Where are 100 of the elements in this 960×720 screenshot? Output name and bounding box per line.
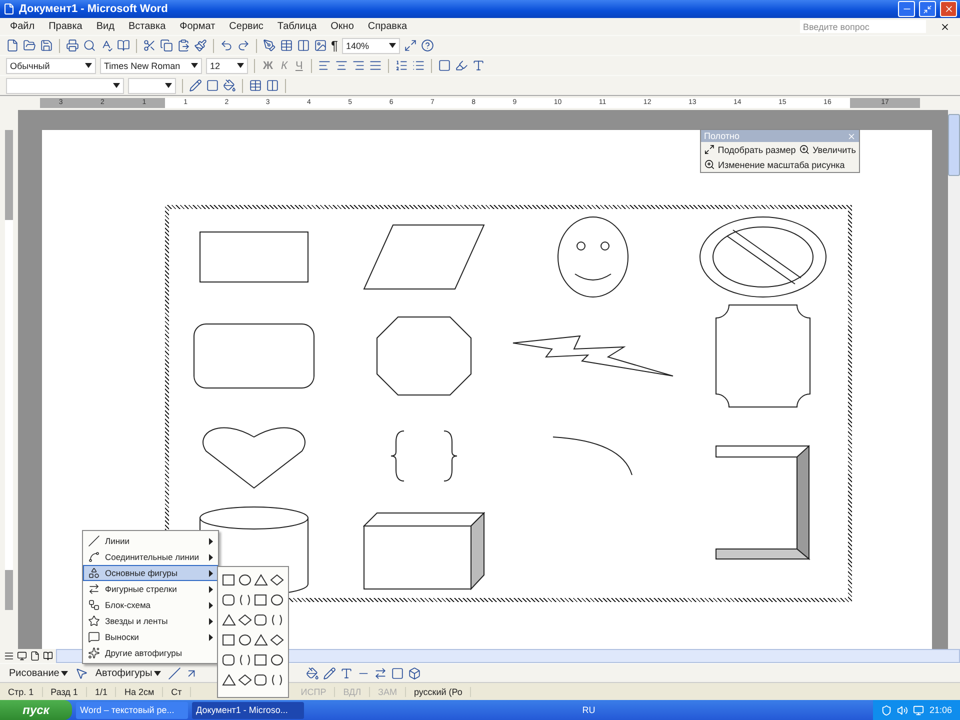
pilcrow-button[interactable]: ¶ [331, 38, 338, 53]
pointer-icon[interactable] [75, 666, 88, 680]
folder-icon[interactable] [23, 39, 36, 52]
align-center-icon[interactable] [334, 59, 348, 72]
menu-item[interactable]: Линии [83, 533, 218, 549]
window-title: Документ1 - Microsoft Word [19, 3, 169, 15]
caret-down-icon [61, 670, 68, 676]
copy-icon[interactable] [160, 39, 173, 52]
font-color-icon[interactable] [472, 59, 485, 72]
start-button[interactable]: пуск [0, 700, 72, 720]
menu-item[interactable]: Фигурные стрелки [83, 581, 218, 597]
zoom-field[interactable]: 140% [342, 38, 400, 54]
menu-item[interactable]: Справка [368, 21, 408, 32]
menu-item[interactable]: Основные фигуры [83, 565, 218, 581]
vertical-scrollbar[interactable] [948, 110, 960, 649]
3d-icon[interactable] [408, 666, 422, 680]
line-icon[interactable] [168, 666, 182, 680]
menu-item[interactable]: Сервис [229, 21, 264, 32]
columns-icon[interactable] [266, 79, 279, 92]
fit-button[interactable]: Подобрать размер [718, 144, 796, 154]
menu-item[interactable]: Файл [10, 21, 35, 32]
menu-item[interactable]: Формат [180, 21, 216, 32]
menu-item[interactable]: Вставка [128, 21, 166, 32]
paste-icon[interactable] [177, 39, 190, 52]
columns-icon[interactable] [297, 39, 310, 52]
size-field[interactable]: 12 [206, 58, 248, 74]
close-button[interactable] [940, 1, 957, 17]
fit-icon[interactable] [704, 144, 715, 155]
align-left-icon[interactable] [318, 59, 331, 72]
book-icon[interactable] [117, 39, 130, 52]
paintbrush-icon[interactable] [194, 39, 207, 52]
line-color-icon[interactable] [323, 666, 336, 680]
table-icon[interactable] [249, 79, 262, 92]
fullscreen-icon[interactable] [404, 39, 417, 52]
menu-item[interactable]: Таблица [277, 21, 317, 32]
scale-icon[interactable] [704, 159, 715, 170]
status-field: Ст [163, 686, 191, 696]
speech-bubble-icon [88, 631, 100, 643]
font-field[interactable]: Times New Roman [100, 58, 202, 74]
normal-view-icon[interactable] [4, 651, 14, 661]
printer-icon[interactable] [66, 39, 79, 52]
new-document-icon[interactable] [6, 39, 19, 52]
clock: 21:06 [929, 705, 952, 715]
table-style-field[interactable] [6, 78, 124, 94]
restore-button[interactable] [919, 1, 936, 17]
status-field: Разд 1 [42, 686, 87, 696]
autoshapes-button[interactable]: Автофигуры [92, 668, 164, 678]
scissors-icon[interactable] [143, 39, 156, 52]
shadow-icon[interactable] [391, 666, 404, 680]
font-color-icon[interactable] [340, 666, 354, 680]
monitor-icon[interactable] [913, 704, 924, 716]
scale-button[interactable]: Изменение масштаба рисунка [718, 160, 845, 170]
draw-menu-button[interactable]: Рисование [6, 668, 72, 678]
highlighter-icon[interactable] [454, 59, 468, 72]
caret-down-icon [165, 83, 172, 88]
drawing-pen-icon[interactable] [263, 39, 276, 52]
justify-icon[interactable] [368, 59, 382, 72]
taskbar-button[interactable]: Документ1 - Microso... [192, 702, 304, 718]
arrow-style-icon[interactable] [374, 666, 388, 680]
picture-icon[interactable] [314, 39, 327, 52]
taskbar-button[interactable]: Word – текстовый ре... [76, 702, 188, 718]
menu-item[interactable]: Правка [48, 21, 82, 32]
expand-button[interactable]: Увеличить [812, 144, 856, 154]
speaker-icon[interactable] [897, 704, 908, 716]
ask-field[interactable]: Введите вопрос [800, 20, 926, 33]
style-field[interactable]: Обычный [6, 58, 96, 74]
language-indicator[interactable]: RU [582, 705, 596, 715]
menu-item[interactable]: Вид [96, 21, 114, 32]
border-icon[interactable] [438, 59, 451, 72]
menu-item[interactable]: Другие автофигуры [83, 645, 218, 661]
border-icon[interactable] [206, 79, 219, 92]
table-icon[interactable] [280, 39, 293, 52]
undo-icon[interactable] [220, 39, 233, 52]
web-view-icon[interactable] [17, 651, 27, 661]
spellcheck-icon[interactable] [100, 39, 113, 52]
sparkles-icon [88, 647, 100, 659]
menu-item[interactable]: Блок-схема [83, 597, 218, 613]
menu-item[interactable]: Звезды и ленты [83, 613, 218, 629]
minimize-button[interactable] [898, 1, 915, 17]
help-icon[interactable] [420, 39, 434, 52]
menu-item[interactable]: Выноски [83, 629, 218, 645]
pencil-icon[interactable] [189, 79, 202, 92]
redo-icon[interactable] [237, 39, 250, 52]
shield-icon[interactable] [881, 704, 892, 716]
align-right-icon[interactable] [352, 59, 365, 72]
submenu-arrow-icon [209, 586, 213, 592]
caret-down-icon [237, 63, 244, 68]
fill-bucket-icon[interactable] [306, 666, 320, 680]
border-weight-field[interactable] [128, 78, 176, 94]
preview-icon[interactable] [83, 39, 96, 52]
fill-bucket-icon[interactable] [223, 79, 236, 92]
menu-item[interactable]: Соединительные линии [83, 549, 218, 565]
save-icon[interactable] [40, 39, 53, 52]
page-view-icon[interactable] [30, 651, 40, 661]
close-icon[interactable] [940, 22, 950, 32]
expand-icon[interactable] [798, 144, 810, 155]
status-field: ИСПР [292, 686, 336, 696]
reading-view-icon[interactable] [43, 651, 53, 661]
numbered-list-icon[interactable] [394, 59, 408, 72]
menu-item[interactable]: Окно [330, 21, 354, 32]
